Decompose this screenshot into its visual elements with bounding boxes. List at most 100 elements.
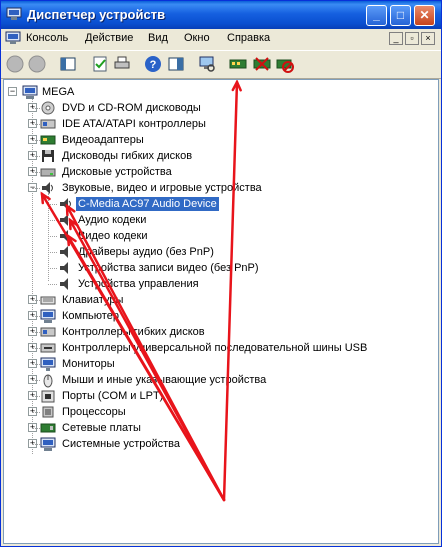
tree-category[interactable]: + Мыши и иные указывающие устройства xyxy=(24,372,434,388)
minimize-button[interactable]: _ xyxy=(366,5,387,26)
svg-text:?: ? xyxy=(150,59,157,71)
video-codec-icon xyxy=(60,230,68,242)
tree-node-label: Драйверы аудио (без PnP) xyxy=(78,246,214,258)
floppy-drive-icon xyxy=(42,150,54,162)
tree-category[interactable]: + Дисководы гибких дисков xyxy=(24,148,434,164)
tree-node-label: Мониторы xyxy=(62,358,115,370)
tree-node-label: Устройства управления xyxy=(78,278,199,290)
audio-device-icon xyxy=(60,198,71,210)
tree-device[interactable]: Видео кодеки xyxy=(58,228,418,244)
tree-node-label: Дисководы гибких дисков xyxy=(62,150,193,162)
tree-device[interactable]: Устройства записи видео (без PnP) xyxy=(58,260,418,276)
tree-node-label: IDE ATA/ATAPI контроллеры xyxy=(62,118,206,130)
toolbar: ? xyxy=(1,50,441,79)
tree-line xyxy=(48,284,57,285)
tree-line xyxy=(48,220,57,221)
tree-category[interactable]: + Мониторы xyxy=(24,356,434,372)
display-adapter-icon xyxy=(40,135,56,145)
dvd-drive-icon xyxy=(41,101,55,115)
mdi-minimize-button[interactable]: _ xyxy=(389,32,403,45)
tree-node-label: Видео кодеки xyxy=(78,230,148,242)
properties-icon[interactable] xyxy=(91,55,109,73)
tree-line xyxy=(32,156,40,157)
tree-category[interactable]: + Компьютер xyxy=(24,308,434,324)
tree-line xyxy=(48,252,57,253)
scan-hardware-icon[interactable] xyxy=(198,55,216,73)
action-pane-icon[interactable] xyxy=(167,55,185,73)
computer-icon xyxy=(22,85,38,99)
tree-device[interactable]: Аудио кодеки xyxy=(58,212,418,228)
menu-window[interactable]: Окно xyxy=(184,32,210,44)
tree-line xyxy=(32,188,40,189)
audio-codec-icon xyxy=(60,214,68,226)
tree-line xyxy=(48,268,57,269)
tree-line xyxy=(32,348,40,349)
tree-node-label: C-Media AC97 Audio Device xyxy=(76,197,219,211)
window-title: Диспетчер устройств xyxy=(27,7,166,22)
monitor-icon xyxy=(40,357,56,371)
tree-line xyxy=(32,300,40,301)
menu-view[interactable]: Вид xyxy=(148,32,168,44)
uninstall-device-icon[interactable] xyxy=(276,55,294,73)
tree-category[interactable]: + Видеоадаптеры xyxy=(24,132,434,148)
tree-device[interactable]: Устройства управления xyxy=(58,276,418,292)
tree-device-selected[interactable]: C-Media AC97 Audio Device xyxy=(58,196,418,212)
tree-line xyxy=(32,172,40,173)
tree-category[interactable]: + DVD и CD-ROM дисководы xyxy=(24,100,434,116)
update-driver-icon[interactable] xyxy=(229,55,247,73)
tree-category[interactable]: + IDE ATA/ATAPI контроллеры xyxy=(24,116,434,132)
tree-line xyxy=(32,444,40,445)
mdi-close-button[interactable]: × xyxy=(421,32,435,45)
tree-root-mega[interactable]: − MEGA xyxy=(8,84,108,100)
tree-line xyxy=(32,108,40,109)
tree-category[interactable]: + Контроллеры гибких дисков xyxy=(24,324,434,340)
tree-category[interactable]: + Процессоры xyxy=(24,404,434,420)
menu-console[interactable]: Консоль xyxy=(26,32,68,44)
tree-node-label: DVD и CD-ROM дисководы xyxy=(62,102,201,114)
help-icon[interactable]: ? xyxy=(144,55,162,73)
system-device-icon xyxy=(40,437,56,451)
back-icon[interactable] xyxy=(6,55,24,73)
disable-device-icon[interactable] xyxy=(253,55,271,73)
legacy-audio-driver-icon xyxy=(60,246,68,258)
tree-line xyxy=(32,412,40,413)
tree-node-label: Порты (COM и LPT) xyxy=(62,390,164,402)
tree-node-label: Видеоадаптеры xyxy=(62,134,144,146)
tree-category[interactable]: + Клавиатуры xyxy=(24,292,434,308)
show-hide-tree-icon[interactable] xyxy=(59,55,77,73)
tree-node-label: Звуковые, видео и игровые устройства xyxy=(62,182,262,194)
mdi-restore-button[interactable]: ▫ xyxy=(405,32,419,45)
tree-category[interactable]: + Порты (COM и LPT) xyxy=(24,388,434,404)
tree-line xyxy=(32,396,40,397)
tree-node-label: Процессоры xyxy=(62,406,126,418)
device-manager-icon xyxy=(6,7,22,20)
tree-category[interactable]: + Дисковые устройства xyxy=(24,164,434,180)
tree-line xyxy=(32,364,40,365)
title-bar[interactable]: Диспетчер устройств _ □ ✕ xyxy=(1,1,441,29)
tree-line xyxy=(32,316,40,317)
port-icon xyxy=(41,390,55,403)
menu-action[interactable]: Действие xyxy=(85,32,133,44)
collapse-toggle[interactable]: − xyxy=(8,87,17,96)
device-tree[interactable]: − MEGA + DVD и CD-ROM дисководы + IDE ATA/A… xyxy=(3,79,439,544)
tree-device[interactable]: Драйверы аудио (без PnP) xyxy=(58,244,418,260)
print-icon[interactable] xyxy=(113,55,131,73)
network-card-icon xyxy=(40,423,56,433)
tree-category[interactable]: − Звуковые, видео и игровые устройства xyxy=(24,180,434,196)
close-button[interactable]: ✕ xyxy=(414,5,435,26)
menu-bar: Консоль Действие Вид Окно Справка _ ▫ × xyxy=(1,29,441,49)
forward-icon[interactable] xyxy=(28,55,46,73)
tree-node-label: Системные устройства xyxy=(62,438,181,450)
maximize-button[interactable]: □ xyxy=(390,5,411,26)
tree-category[interactable]: + Системные устройства xyxy=(24,436,434,452)
tree-line xyxy=(48,204,57,205)
tree-node-label: Контроллеры гибких дисков xyxy=(62,326,205,338)
tree-category[interactable]: + Сетевые платы xyxy=(24,420,434,436)
annotation-arrowhead xyxy=(231,80,242,92)
tree-line xyxy=(32,332,40,333)
menu-help[interactable]: Справка xyxy=(227,32,270,44)
tree-category[interactable]: + Контроллеры универсальной последователь… xyxy=(24,340,434,356)
system-menu-icon[interactable] xyxy=(5,31,21,45)
tree-line xyxy=(32,380,40,381)
tree-line xyxy=(32,124,40,125)
